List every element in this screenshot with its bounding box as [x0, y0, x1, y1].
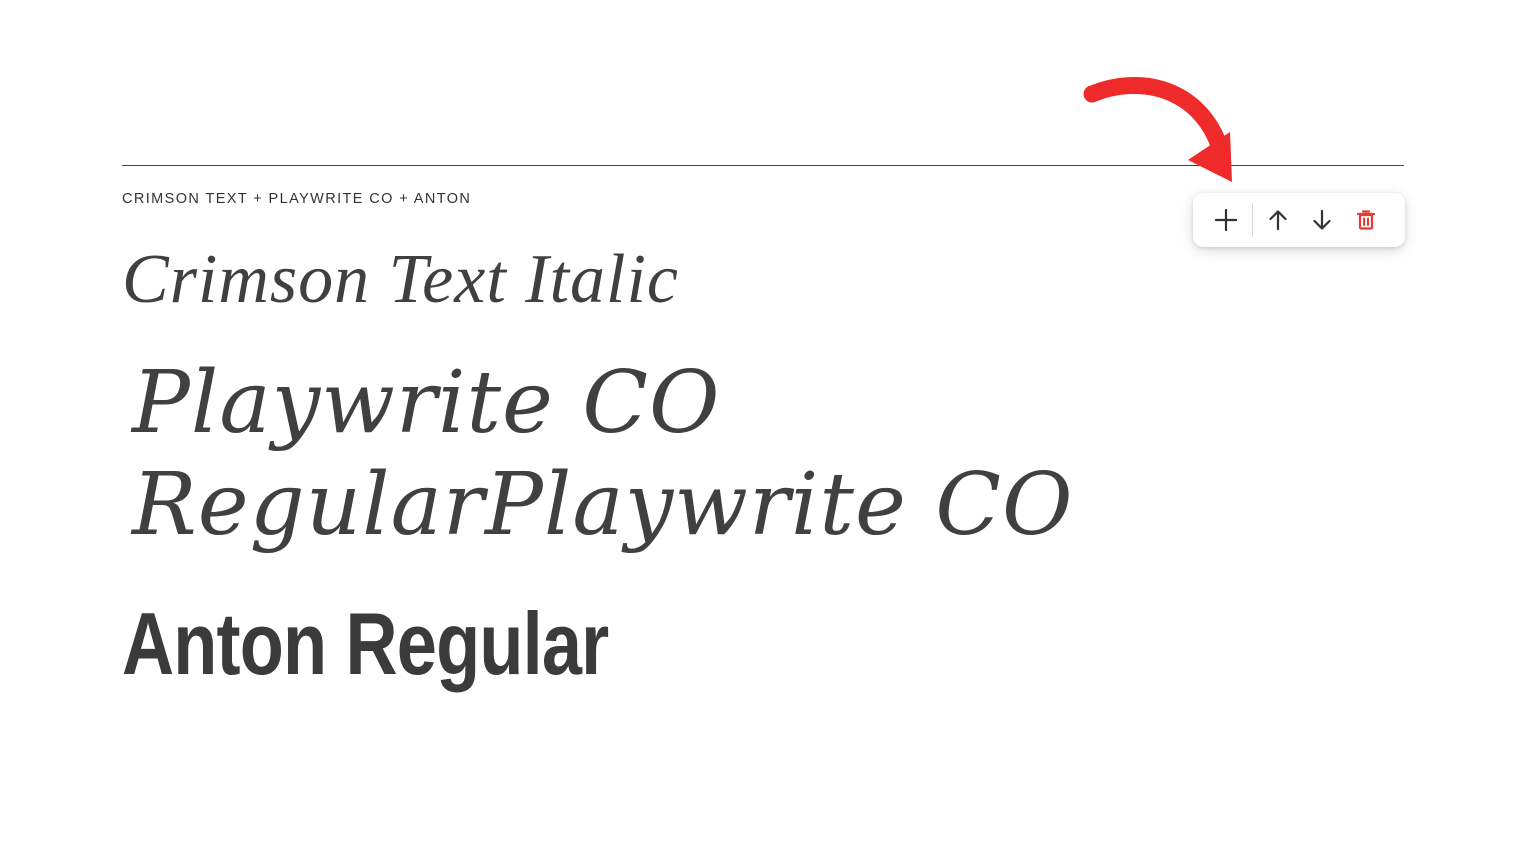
delete-button[interactable] [1344, 198, 1388, 242]
annotation-arrow-icon [1083, 76, 1232, 182]
toolbar-separator [1252, 203, 1253, 237]
add-button[interactable] [1204, 198, 1248, 242]
specimen-playwrite-line-1: Playwrite CO [132, 353, 721, 453]
arrow-up-icon [1269, 210, 1287, 231]
move-down-button[interactable] [1300, 198, 1344, 242]
specimen-crimson-text-italic: Crimson Text Italic [122, 241, 679, 318]
move-up-button[interactable] [1256, 198, 1300, 242]
trash-icon [1356, 210, 1376, 230]
block-toolbar [1193, 193, 1405, 247]
font-pairing-label: CRIMSON TEXT + PLAYWRITE CO + ANTON [122, 191, 472, 207]
specimen-playwrite-line-2: RegularPlaywrite CO [132, 455, 1074, 555]
specimen-playwrite-co: Playwrite CO RegularPlaywrite CO [132, 352, 1152, 556]
arrow-down-icon [1313, 209, 1331, 230]
specimen-anton-regular: Anton Regular [122, 594, 609, 693]
plus-icon [1214, 208, 1238, 232]
